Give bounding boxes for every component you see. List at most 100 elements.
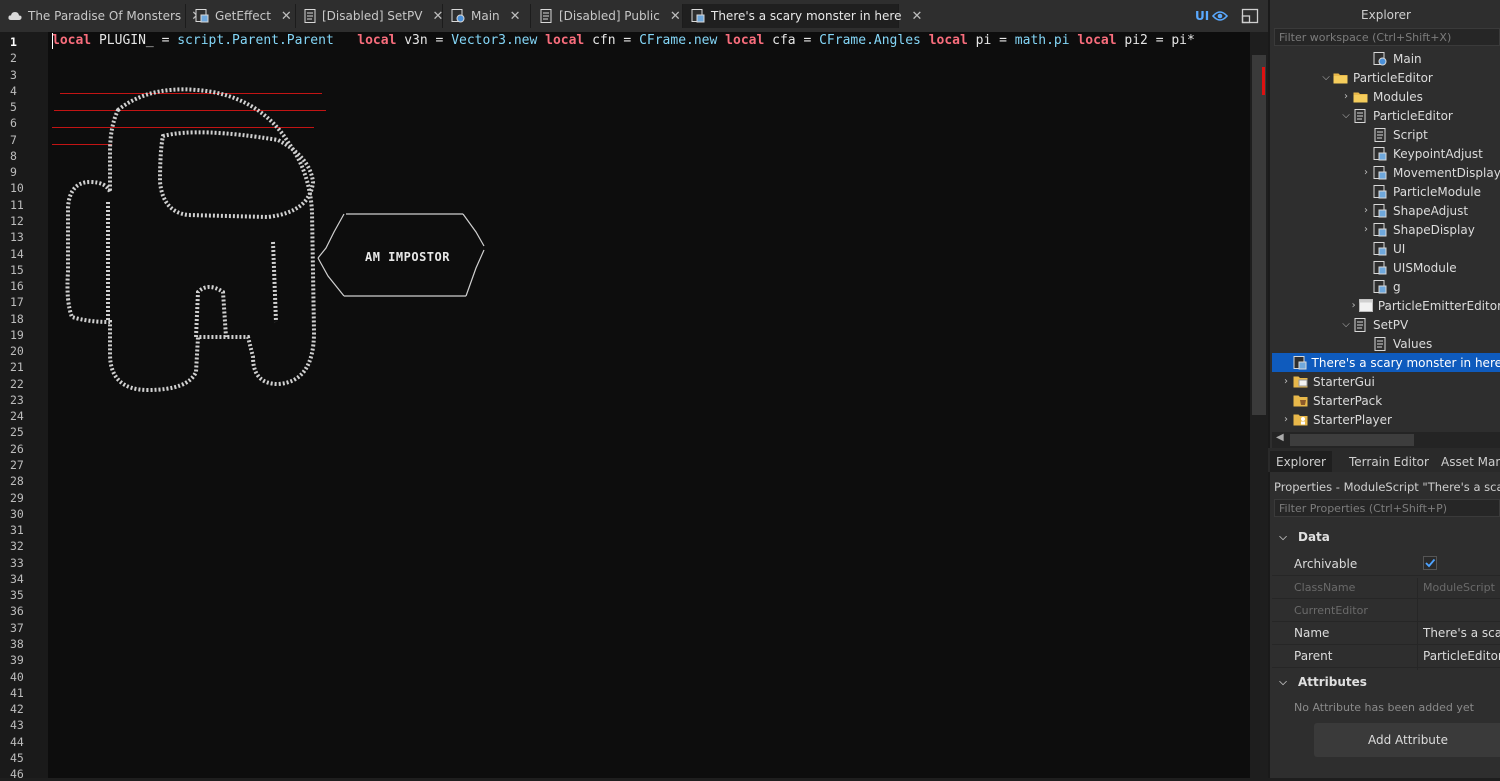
close-icon[interactable]: ✕ — [911, 9, 922, 24]
close-icon[interactable]: ✕ — [510, 9, 521, 24]
module-script-icon — [1372, 260, 1388, 276]
script-icon — [304, 9, 316, 23]
code-editor[interactable]: local PLUGIN_ = script.Parent.Parent loc… — [48, 32, 1250, 778]
explorer-item[interactable]: › ShapeDisplay — [1272, 220, 1500, 239]
tab-1[interactable]: The Paradise Of Monsters✕ — [0, 4, 202, 28]
explorer-item[interactable]: › ShapeAdjust — [1272, 201, 1500, 220]
close-icon[interactable]: ✕ — [432, 9, 443, 24]
script-icon — [1372, 336, 1388, 352]
scroll-left-icon[interactable]: ◀ — [1276, 432, 1284, 443]
line-number: 45 — [10, 750, 24, 765]
section-attributes[interactable]: ⌵ Attributes — [1272, 671, 1500, 693]
explorer-item[interactable]: Script — [1272, 125, 1500, 144]
explorer-item-label: ParticleEmitterEditor — [1377, 298, 1500, 313]
tab-label: [Disabled] Public — [559, 9, 660, 23]
code-token: pi = — [967, 33, 1015, 48]
filter-properties-input[interactable]: Filter Properties (Ctrl+Shift+P) — [1274, 499, 1500, 517]
property-row[interactable]: CurrentEditor — [1272, 599, 1500, 622]
explorer-item[interactable]: ⌵ ParticleEditor — [1272, 106, 1500, 125]
chevron-right-icon[interactable]: › — [1360, 205, 1372, 216]
editor-scroll-thumb[interactable] — [1252, 55, 1266, 415]
code-token: local — [928, 33, 968, 48]
tab-explorer[interactable]: Explorer — [1270, 451, 1332, 473]
property-row[interactable]: ClassName ModuleScript — [1272, 576, 1500, 599]
property-value: ModuleScript — [1423, 580, 1495, 594]
chevron-down-icon[interactable]: ⌵ — [1320, 72, 1332, 83]
chevron-right-icon[interactable]: › — [1280, 376, 1292, 387]
explorer-item[interactable]: › StarterGui — [1272, 372, 1500, 391]
line-number: 17 — [10, 295, 24, 310]
line-number: 35 — [10, 588, 24, 603]
tab-3[interactable]: [Disabled] SetPV ✕ — [296, 4, 443, 28]
explorer-item[interactable]: UISModule — [1272, 258, 1500, 277]
line-number: 42 — [10, 702, 24, 717]
chevron-right-icon[interactable]: › — [1348, 300, 1358, 311]
explorer-item-label: UISModule — [1393, 260, 1457, 275]
ui-visibility-toggle[interactable]: UI — [1195, 9, 1229, 23]
line-number: 18 — [10, 311, 24, 326]
property-value[interactable]: ParticleEditor — [1423, 649, 1500, 663]
explorer-item[interactable]: › ParticleEmitterEditor — [1272, 296, 1500, 315]
local-script-icon — [1372, 51, 1388, 67]
section-data-label: Data — [1298, 530, 1330, 544]
line-number: 4 — [10, 83, 17, 98]
explorer-item[interactable]: UI — [1272, 239, 1500, 258]
explorer-item[interactable]: There's a scary monster in here — [1272, 353, 1500, 372]
chevron-down-icon: ⌵ — [1279, 676, 1287, 688]
tab-asset-manager[interactable]: Asset Manager — [1435, 451, 1500, 473]
add-attribute-button[interactable]: Add Attribute — [1314, 723, 1500, 757]
chevron-right-icon[interactable]: › — [1360, 167, 1372, 178]
chevron-down-icon[interactable]: ⌵ — [1340, 110, 1352, 121]
explorer-item-label: ParticleModule — [1393, 184, 1481, 199]
filter-workspace-input[interactable]: Filter workspace (Ctrl+Shift+X) — [1274, 28, 1500, 46]
section-data[interactable]: ⌵ Data — [1272, 526, 1500, 548]
tab-label: [Disabled] SetPV — [322, 9, 423, 23]
explorer-item-label: MovementDisplay — [1393, 165, 1500, 180]
explorer-hscroll-thumb[interactable] — [1290, 434, 1414, 446]
explorer-item[interactable]: ⌵ SetPV — [1272, 315, 1500, 334]
speech-bubble — [317, 213, 485, 297]
archivable-checkbox[interactable] — [1423, 555, 1500, 573]
explorer-item[interactable]: Values — [1272, 334, 1500, 353]
section-attributes-label: Attributes — [1298, 675, 1367, 689]
explorer-item[interactable]: g — [1272, 277, 1500, 296]
code-token: pi2 = pi* — [1116, 33, 1195, 48]
module-script-icon — [691, 9, 705, 23]
explorer-item-label: StarterPlayer — [1313, 412, 1392, 427]
tab-label: There's a scary monster in here — [711, 9, 902, 23]
code-token: local — [545, 33, 585, 48]
chevron-right-icon[interactable]: › — [1280, 414, 1292, 425]
explorer-item-label: Modules — [1373, 89, 1423, 104]
explorer-item[interactable]: ⌵ ParticleEditor — [1272, 68, 1500, 87]
line-number-gutter: 1 2 3 4 5 6 7 8 9 10 11 12 13 14 15 16 17 18 19 20 21 22 23 24 2… — [0, 32, 48, 781]
code-token: math.pi — [1014, 33, 1070, 48]
no-attributes-text: No Attribute has been added yet — [1294, 701, 1474, 714]
close-icon[interactable]: ✕ — [670, 9, 681, 24]
line-number: 23 — [10, 392, 24, 407]
tab-2[interactable]: GetEffect ✕ — [187, 4, 296, 28]
chevron-down-icon[interactable]: ⌵ — [1340, 319, 1352, 330]
maximize-icon[interactable] — [1241, 8, 1259, 24]
explorer-item[interactable]: › StarterPlayer — [1272, 410, 1500, 429]
tab-6[interactable]: There's a scary monster in here ✕ — [683, 4, 922, 28]
folder-icon — [1352, 89, 1368, 105]
explorer-item[interactable]: ParticleModule — [1272, 182, 1500, 201]
property-row[interactable]: Name There's a scary monster in here — [1272, 622, 1500, 645]
tab-5[interactable]: [Disabled] Public ✕ — [531, 4, 683, 28]
line-number: 6 — [10, 116, 17, 131]
explorer-item[interactable]: StarterPack — [1272, 391, 1500, 410]
chevron-right-icon[interactable]: › — [1360, 224, 1372, 235]
line-number: 21 — [10, 360, 24, 375]
script-icon — [1352, 108, 1368, 124]
explorer-item[interactable]: › Modules — [1272, 87, 1500, 106]
tab-4[interactable]: Main ✕ — [443, 4, 531, 28]
explorer-item[interactable]: KeypointAdjust — [1272, 144, 1500, 163]
explorer-item-label: ShapeAdjust — [1393, 203, 1469, 218]
explorer-item[interactable]: › MovementDisplay — [1272, 163, 1500, 182]
property-value[interactable]: There's a scary monster in here — [1423, 626, 1500, 640]
explorer-item[interactable]: Main — [1272, 49, 1500, 68]
tab-terrain-editor[interactable]: Terrain Editor — [1343, 451, 1435, 473]
chevron-right-icon[interactable]: › — [1340, 91, 1352, 102]
property-row[interactable]: Parent ParticleEditor — [1272, 645, 1500, 668]
close-icon[interactable]: ✕ — [281, 9, 292, 24]
